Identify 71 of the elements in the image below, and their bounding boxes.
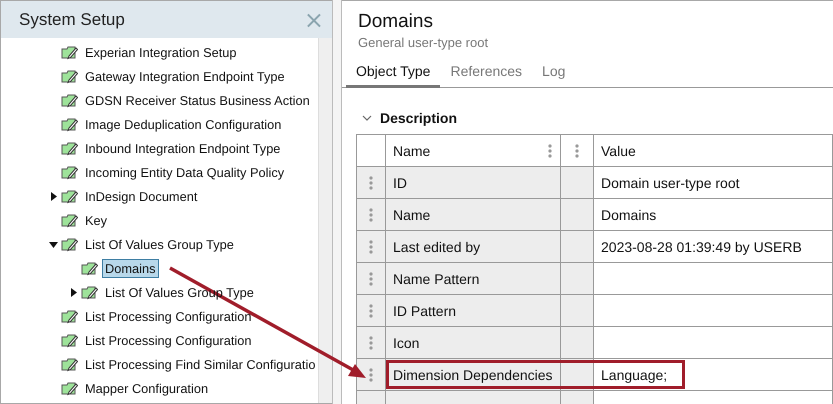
folder-pencil-icon bbox=[61, 236, 78, 252]
tree-item[interactable]: Domains bbox=[102, 258, 158, 278]
tree-item[interactable]: List Processing Find Similar Configuratio bbox=[82, 354, 318, 374]
grip-icon[interactable] bbox=[369, 336, 373, 350]
row-handle[interactable] bbox=[357, 327, 386, 359]
row-handle[interactable] bbox=[357, 167, 386, 199]
grip-icon[interactable] bbox=[369, 208, 373, 222]
tree-item[interactable]: Inbound Integration Endpoint Type bbox=[82, 138, 284, 158]
row-value: Domain user-type root bbox=[601, 174, 740, 190]
tree-item[interactable]: InDesign Document bbox=[82, 186, 200, 206]
sidebar-title: System Setup bbox=[19, 10, 125, 30]
row-name: Icon bbox=[393, 334, 420, 350]
folder-pencil-icon bbox=[61, 44, 78, 60]
column-header[interactable]: Value bbox=[594, 135, 833, 167]
page-title: Domains bbox=[358, 11, 434, 33]
row-name: ID Pattern bbox=[393, 302, 456, 318]
folder-pencil-icon bbox=[61, 308, 78, 324]
folder-pencil-icon bbox=[81, 260, 98, 276]
folder-pencil-icon bbox=[61, 212, 78, 228]
chevron-icon[interactable] bbox=[362, 114, 372, 122]
expand-arrow-icon[interactable] bbox=[69, 288, 78, 296]
grip-icon[interactable] bbox=[369, 368, 373, 382]
tab[interactable]: Log bbox=[532, 59, 576, 88]
grip-icon[interactable] bbox=[369, 176, 373, 190]
folder-pencil-icon bbox=[61, 140, 78, 156]
tree-item[interactable]: List Processing Configuration bbox=[82, 330, 254, 350]
folder-pencil-icon bbox=[81, 284, 98, 300]
tab[interactable]: References bbox=[440, 59, 532, 88]
tree-item[interactable]: Key bbox=[82, 210, 110, 230]
row-handle[interactable] bbox=[357, 231, 386, 263]
row-handle[interactable] bbox=[357, 295, 386, 327]
tree-item[interactable]: Image Deduplication Configuration bbox=[82, 114, 284, 134]
page-subtitle: General user-type root bbox=[358, 35, 490, 50]
tree-item[interactable]: Experian Integration Setup bbox=[82, 42, 240, 62]
splitter[interactable] bbox=[332, 0, 342, 404]
row-handle[interactable] bbox=[357, 263, 386, 295]
folder-pencil-icon bbox=[61, 356, 78, 372]
row-value: Domains bbox=[601, 206, 656, 222]
row-handle[interactable] bbox=[357, 359, 386, 391]
folder-pencil-icon bbox=[61, 68, 78, 84]
expand-arrow-icon[interactable] bbox=[49, 192, 58, 200]
row-name: Last edited by bbox=[393, 238, 480, 254]
row-name: Name bbox=[393, 206, 430, 222]
tree-item[interactable]: Mapper Configuration bbox=[82, 378, 212, 398]
tab[interactable]: Object Type bbox=[346, 59, 440, 88]
scrollbar[interactable] bbox=[318, 38, 332, 403]
folder-pencil-icon bbox=[61, 332, 78, 348]
row-name: Name Pattern bbox=[393, 270, 480, 286]
folder-pencil-icon bbox=[61, 188, 78, 204]
column-header[interactable]: Name bbox=[386, 135, 561, 167]
tree-item[interactable]: Gateway Integration Endpoint Type bbox=[82, 66, 288, 86]
tree-item[interactable]: List Of Values Group Type bbox=[82, 234, 237, 254]
row-name: ID bbox=[393, 174, 407, 190]
row-value: 2023-08-28 01:39:49 by USERB bbox=[601, 238, 802, 254]
column-menu-icon[interactable] bbox=[548, 144, 552, 158]
column-menu-icon[interactable] bbox=[575, 144, 579, 158]
grip-icon[interactable] bbox=[369, 304, 373, 318]
tree-item[interactable]: GDSN Receiver Status Business Action bbox=[82, 90, 313, 110]
row-value: Language; bbox=[601, 366, 668, 382]
row-name: Dimension Dependencies bbox=[393, 366, 553, 382]
tree-item[interactable]: List Processing Configuration bbox=[82, 306, 254, 326]
folder-pencil-icon bbox=[61, 92, 78, 108]
section-title: Description bbox=[380, 110, 458, 126]
folder-pencil-icon bbox=[61, 380, 78, 396]
row-handle[interactable] bbox=[357, 199, 386, 231]
folder-pencil-icon bbox=[61, 116, 78, 132]
folder-pencil-icon bbox=[61, 164, 78, 180]
collapse-arrow-icon[interactable] bbox=[49, 240, 58, 248]
grip-icon[interactable] bbox=[369, 240, 373, 254]
tree-item[interactable]: Incoming Entity Data Quality Policy bbox=[82, 162, 288, 182]
grip-icon[interactable] bbox=[369, 272, 373, 286]
